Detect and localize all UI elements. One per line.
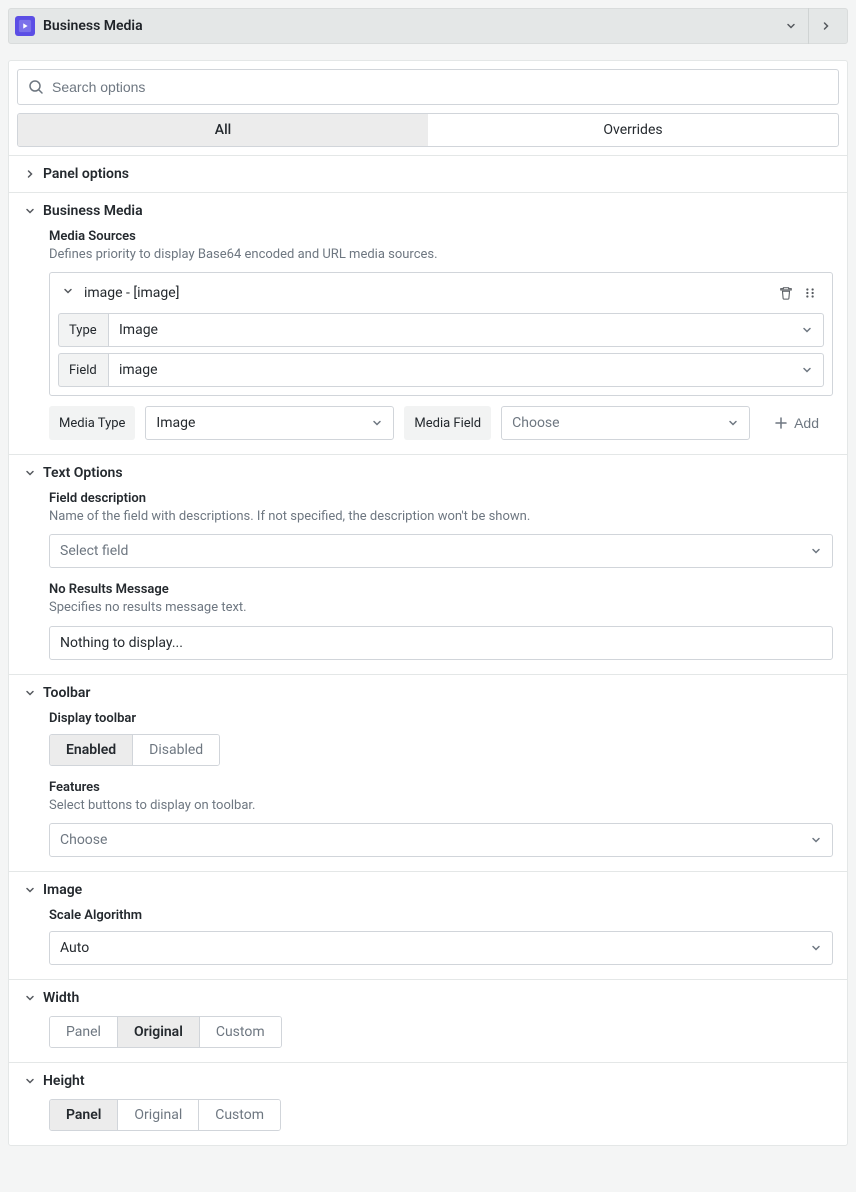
tab-overrides[interactable]: Overrides (428, 114, 838, 146)
type-select[interactable]: Image (108, 313, 824, 347)
section-panel-options: Panel options (9, 155, 847, 192)
search-icon (28, 79, 44, 95)
section-title: Height (43, 1073, 85, 1089)
section-toolbar: Toolbar Display toolbar Enabled Disabled… (9, 674, 847, 871)
tab-all[interactable]: All (18, 114, 428, 146)
height-custom-option[interactable]: Custom (199, 1100, 280, 1130)
type-label: Type (58, 313, 108, 347)
add-button[interactable]: Add (760, 406, 833, 440)
no-results-label: No Results Message (49, 582, 833, 597)
features-label: Features (49, 780, 833, 795)
height-original-option[interactable]: Original (118, 1100, 199, 1130)
features-select[interactable]: Choose (49, 823, 833, 857)
section-header-height[interactable]: Height (9, 1063, 847, 1099)
field-select[interactable]: image (108, 353, 824, 387)
search-input-wrap[interactable] (17, 69, 839, 105)
chevron-right-icon (23, 167, 37, 181)
header-divider (808, 8, 809, 44)
panel-title: Business Media (43, 18, 776, 34)
chevron-down-icon (23, 1074, 37, 1088)
section-title: Business Media (43, 203, 143, 219)
section-title: Text Options (43, 465, 123, 481)
field-description-label: Field description (49, 491, 833, 506)
display-toolbar-group: Enabled Disabled (49, 734, 220, 766)
chevron-down-icon (23, 883, 37, 897)
drag-handle-icon[interactable] (800, 283, 820, 303)
section-title: Panel options (43, 166, 129, 182)
tabs: All Overrides (17, 113, 839, 147)
no-results-desc: Specifies no results message text. (49, 599, 833, 617)
scale-select[interactable]: Auto (49, 931, 833, 965)
media-type-label: Media Type (49, 406, 135, 440)
delete-icon[interactable] (776, 283, 796, 303)
toolbar-enabled-option[interactable]: Enabled (50, 735, 133, 765)
width-group: Panel Original Custom (49, 1016, 282, 1048)
collapse-panel-button[interactable] (776, 11, 806, 41)
toolbar-disabled-option[interactable]: Disabled (133, 735, 219, 765)
chevron-down-icon (23, 991, 37, 1005)
section-header-image[interactable]: Image (9, 872, 847, 908)
media-sources-desc: Defines priority to display Base64 encod… (49, 246, 833, 264)
section-business-media: Business Media Media Sources Defines pri… (9, 192, 847, 454)
display-toolbar-label: Display toolbar (49, 711, 833, 726)
section-height: Height Panel Original Custom (9, 1062, 847, 1145)
panel-header: Business Media (8, 8, 848, 44)
section-header-width[interactable]: Width (9, 980, 847, 1016)
section-image: Image Scale Algorithm Auto (9, 871, 847, 979)
media-source-title: image - [image] (84, 285, 772, 301)
section-text-options: Text Options Field description Name of t… (9, 454, 847, 673)
width-original-option[interactable]: Original (118, 1017, 200, 1047)
chevron-down-icon (23, 686, 37, 700)
expand-panel-button[interactable] (811, 11, 841, 41)
media-source-card: image - [image] Type Image (49, 272, 833, 396)
chevron-down-icon (23, 204, 37, 218)
section-title: Toolbar (43, 685, 90, 701)
section-width: Width Panel Original Custom (9, 979, 847, 1062)
search-input[interactable] (52, 79, 828, 95)
media-type-select[interactable]: Image (145, 406, 394, 440)
width-custom-option[interactable]: Custom (200, 1017, 281, 1047)
media-field-label: Media Field (404, 406, 491, 440)
field-description-desc: Name of the field with descriptions. If … (49, 508, 833, 526)
field-label: Field (58, 353, 108, 387)
chevron-down-icon (23, 466, 37, 480)
section-title: Image (43, 882, 82, 898)
plugin-icon (15, 16, 35, 36)
width-panel-option[interactable]: Panel (50, 1017, 118, 1047)
media-sources-label: Media Sources (49, 229, 833, 244)
section-header-business-media[interactable]: Business Media (9, 193, 847, 229)
media-field-select[interactable]: Choose (501, 406, 750, 440)
options-panel: All Overrides Panel options Business Med… (8, 60, 848, 1146)
field-description-select[interactable]: Select field (49, 534, 833, 568)
section-header-text-options[interactable]: Text Options (9, 455, 847, 491)
no-results-input[interactable] (49, 626, 833, 660)
chevron-down-icon[interactable] (62, 285, 76, 301)
features-desc: Select buttons to display on toolbar. (49, 797, 833, 815)
height-panel-option[interactable]: Panel (50, 1100, 118, 1130)
scale-label: Scale Algorithm (49, 908, 833, 923)
section-header-toolbar[interactable]: Toolbar (9, 675, 847, 711)
plus-icon (774, 416, 788, 430)
section-header-panel-options[interactable]: Panel options (9, 156, 847, 192)
section-title: Width (43, 990, 79, 1006)
height-group: Panel Original Custom (49, 1099, 281, 1131)
